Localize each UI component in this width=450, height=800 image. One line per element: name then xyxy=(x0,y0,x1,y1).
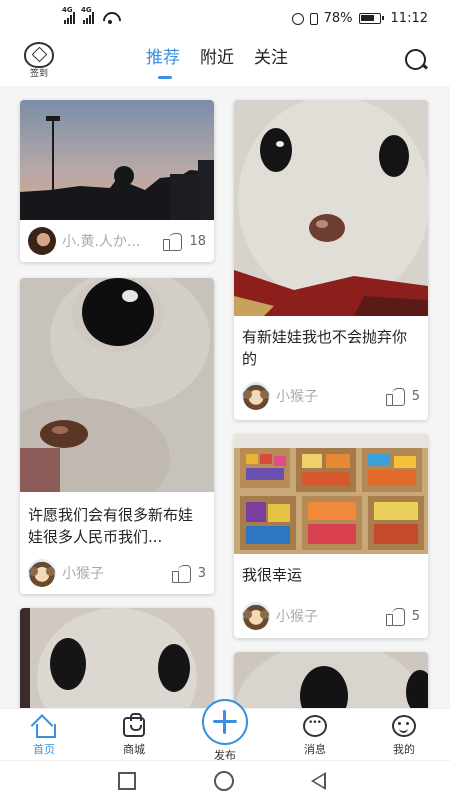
post-card[interactable]: 我很幸运 小猴子 5 xyxy=(234,434,428,638)
avatar[interactable] xyxy=(242,382,270,410)
battery-percent: 78% xyxy=(323,11,353,26)
like-button[interactable]: 18 xyxy=(163,232,206,251)
signal-icon: 4G xyxy=(62,6,75,24)
publish-button[interactable]: 发布 xyxy=(201,699,249,763)
like-count: 3 xyxy=(197,565,206,581)
post-card[interactable] xyxy=(20,608,214,708)
tab-profile[interactable]: 我的 xyxy=(374,715,434,757)
avatar[interactable] xyxy=(242,602,270,630)
post-card[interactable]: 有新娃娃我也不会抛弃你的 小猴子 5 xyxy=(234,100,428,420)
plush-photo xyxy=(20,608,214,708)
clock: 11:12 xyxy=(390,11,428,26)
username[interactable]: 小猴子 xyxy=(276,606,386,626)
feed-grid: 小.黄.人か... 18 许愿我们会有很多新布娃娃很多人民币我们... 小猴子 … xyxy=(0,86,450,708)
alarm-icon xyxy=(291,12,304,25)
recent-apps-icon[interactable] xyxy=(118,772,136,790)
signin-label: 签到 xyxy=(29,69,48,79)
tab-following[interactable]: 关注 xyxy=(254,46,288,70)
username[interactable]: 小猴子 xyxy=(62,563,172,583)
post-image xyxy=(20,608,214,708)
post-card[interactable]: 许愿我们会有很多新布娃娃很多人民币我们... 小猴子 3 xyxy=(20,278,214,594)
home-circle-icon[interactable] xyxy=(214,771,234,791)
avatar[interactable] xyxy=(28,227,56,255)
feed-tabs: 推荐 附近 关注 xyxy=(146,46,288,79)
status-bar: 4G 4G 78% 11:12 xyxy=(0,0,450,38)
signal-icon-2: 4G xyxy=(81,6,94,24)
plus-icon xyxy=(202,699,248,745)
vibrate-icon xyxy=(309,12,318,25)
battery-icon xyxy=(358,13,384,24)
tab-home[interactable]: 首页 xyxy=(14,715,74,757)
post-meta: 小.黄.人か... 18 xyxy=(20,220,214,262)
tab-nearby[interactable]: 附近 xyxy=(200,46,234,70)
home-icon xyxy=(32,715,56,738)
post-image xyxy=(234,100,428,316)
plush-photo xyxy=(234,100,428,316)
snack-boxes-photo xyxy=(234,434,428,554)
search-icon[interactable] xyxy=(404,48,428,72)
post-caption: 我很幸运 xyxy=(242,566,303,584)
post-image xyxy=(20,100,214,220)
plush-photo xyxy=(234,652,428,708)
tab-recommended[interactable]: 推荐 xyxy=(146,46,180,79)
plush-closeup-photo xyxy=(20,278,214,492)
thumbs-up-icon xyxy=(171,564,192,583)
avatar[interactable] xyxy=(28,559,56,587)
post-caption: 许愿我们会有很多新布娃娃很多人民币我们... xyxy=(28,506,194,546)
wifi-icon xyxy=(102,12,118,24)
bottom-tab-bar: 首页 商城 发布 消息 我的 xyxy=(0,699,450,762)
like-count: 5 xyxy=(411,388,420,404)
diamond-icon xyxy=(24,42,54,68)
tab-shop[interactable]: 商城 xyxy=(104,713,164,757)
post-image xyxy=(20,278,214,492)
top-header: 签到 推荐 附近 关注 xyxy=(0,38,450,86)
chat-bubble-icon xyxy=(303,715,327,737)
username[interactable]: 小.黄.人か... xyxy=(62,231,163,251)
thumbs-up-icon xyxy=(385,607,406,626)
tab-messages[interactable]: 消息 xyxy=(285,715,345,757)
thumbs-up-icon xyxy=(163,232,183,251)
sunset-photo xyxy=(20,100,214,220)
post-meta: 小猴子 3 xyxy=(20,554,214,592)
tab-profile-label: 我的 xyxy=(393,743,415,756)
post-caption: 有新娃娃我也不会抛弃你的 xyxy=(242,328,408,368)
like-button[interactable]: 3 xyxy=(171,564,206,583)
post-image xyxy=(234,652,428,708)
post-card[interactable] xyxy=(234,652,428,708)
smiley-face-icon xyxy=(392,715,416,737)
post-image xyxy=(234,434,428,554)
tab-shop-label: 商城 xyxy=(123,743,145,756)
tab-home-label: 首页 xyxy=(33,743,55,756)
like-count: 18 xyxy=(189,233,206,249)
shopping-bag-icon xyxy=(123,713,145,737)
system-nav-bar xyxy=(0,760,450,800)
thumbs-up-icon xyxy=(385,387,406,406)
like-count: 5 xyxy=(411,608,420,624)
post-meta: 小猴子 5 xyxy=(234,376,428,416)
signin-button[interactable]: 签到 xyxy=(22,42,56,79)
username[interactable]: 小猴子 xyxy=(276,386,386,406)
post-meta: 小猴子 5 xyxy=(234,594,428,638)
like-button[interactable]: 5 xyxy=(385,607,420,626)
back-triangle-icon[interactable] xyxy=(311,772,326,790)
post-card[interactable]: 小.黄.人か... 18 xyxy=(20,100,214,262)
like-button[interactable]: 5 xyxy=(385,387,420,406)
tab-messages-label: 消息 xyxy=(304,743,326,756)
